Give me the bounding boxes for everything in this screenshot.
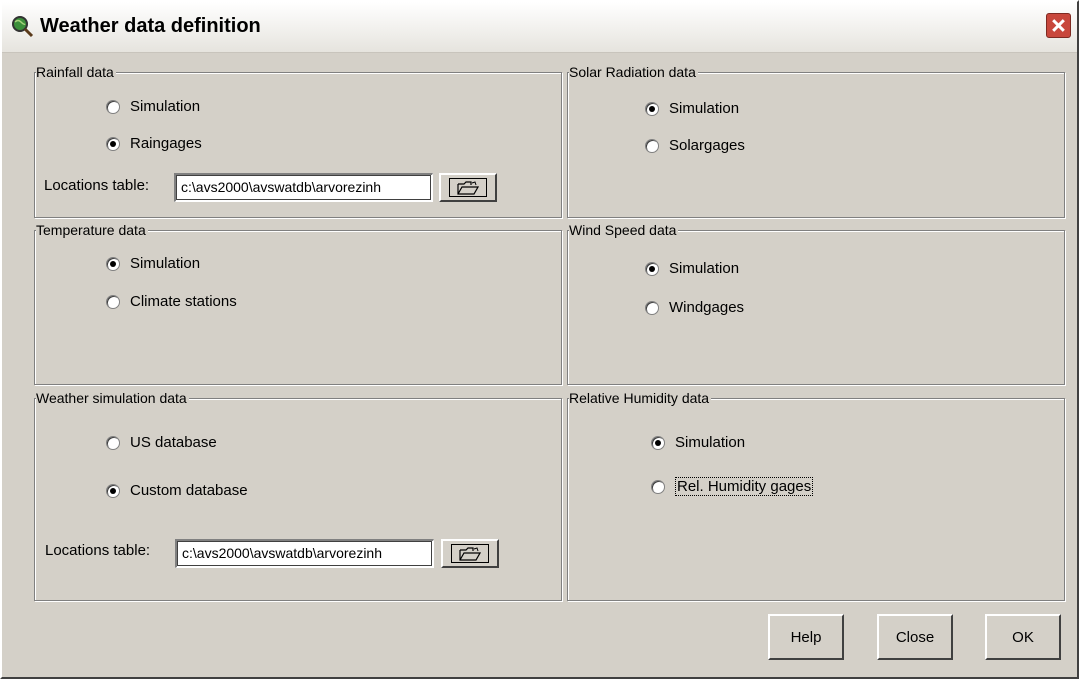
radio-circle[interactable] (106, 256, 120, 271)
custom-database-radio[interactable]: Custom database (106, 482, 248, 499)
window-title: Weather data definition (40, 15, 261, 37)
radio-label: Climate stations (130, 293, 237, 310)
radio-circle[interactable] (645, 101, 659, 116)
radio-circle[interactable] (645, 300, 659, 315)
locations-table-label: Locations table: (44, 177, 150, 194)
radio-label: US database (130, 434, 217, 451)
temperature-simulation-radio[interactable]: Simulation (106, 255, 200, 272)
radio-label: Simulation (130, 255, 201, 272)
open-folder-icon (457, 180, 479, 195)
temperature-group-label: Temperature data (36, 222, 148, 238)
radio-label: Raingages (130, 135, 202, 152)
humidity-gages-radio[interactable]: Rel. Humidity gages (651, 477, 814, 496)
globe-magnifier-icon (12, 16, 34, 38)
radio-label: Custom database (130, 482, 248, 499)
radio-label: Simulation (675, 434, 746, 451)
radio-label: Windgages (669, 299, 745, 316)
title-bar[interactable]: Weather data definition (2, 2, 1077, 53)
temperature-climate-stations-radio[interactable]: Climate stations (106, 293, 237, 310)
solar-solargages-radio[interactable]: Solargages (645, 137, 745, 154)
wind-speed-group-label: Wind Speed data (569, 222, 679, 238)
rainfall-group-label: Rainfall data (36, 64, 116, 80)
radio-label: Simulation (669, 100, 740, 117)
close-icon[interactable] (1046, 13, 1071, 38)
weather-simulation-group-label: Weather simulation data (36, 390, 189, 406)
rainfall-group: Rainfall data Simulation Raingages Locat… (34, 64, 562, 218)
radio-label: Rel. Humidity gages (675, 477, 814, 496)
weather-data-definition-dialog: Weather data definition Rainfall data Si… (0, 0, 1079, 679)
radio-circle[interactable] (106, 99, 120, 114)
weather-sim-locations-field[interactable]: c:\avs2000\avswatdb\arvorezinh (175, 539, 434, 568)
radio-circle[interactable] (106, 435, 120, 450)
relative-humidity-group: Relative Humidity data Simulation Rel. H… (567, 390, 1065, 601)
rainfall-browse-button[interactable] (439, 173, 497, 202)
browse-button-frame (449, 178, 487, 197)
radio-circle[interactable] (106, 294, 120, 309)
temperature-group: Temperature data Simulation Climate stat… (34, 222, 562, 385)
radio-circle[interactable] (651, 479, 665, 494)
wind-speed-group: Wind Speed data Simulation Windgages (567, 222, 1065, 385)
radio-circle[interactable] (645, 261, 659, 276)
radio-circle[interactable] (645, 138, 659, 153)
radio-circle[interactable] (106, 483, 120, 498)
weather-sim-browse-button[interactable] (441, 539, 499, 568)
radio-label: Simulation (130, 98, 201, 115)
weather-simulation-group: Weather simulation data US database Cust… (34, 390, 562, 601)
solar-radiation-group-label: Solar Radiation data (569, 64, 698, 80)
relative-humidity-group-label: Relative Humidity data (569, 390, 712, 406)
radio-circle[interactable] (106, 136, 120, 151)
rainfall-raingages-radio[interactable]: Raingages (106, 135, 202, 152)
wind-simulation-radio[interactable]: Simulation (645, 260, 739, 277)
radio-label: Simulation (669, 260, 740, 277)
radio-label: Solargages (669, 137, 745, 154)
rainfall-simulation-radio[interactable]: Simulation (106, 98, 200, 115)
help-button[interactable]: Help (768, 614, 844, 660)
open-folder-icon (459, 546, 481, 561)
close-button[interactable]: Close (877, 614, 953, 660)
us-database-radio[interactable]: US database (106, 434, 217, 451)
humidity-simulation-radio[interactable]: Simulation (651, 434, 745, 451)
solar-radiation-group: Solar Radiation data Simulation Solargag… (567, 64, 1065, 218)
locations-table-label: Locations table: (45, 542, 151, 559)
rainfall-locations-field[interactable]: c:\avs2000\avswatdb\arvorezinh (174, 173, 433, 202)
solar-simulation-radio[interactable]: Simulation (645, 100, 739, 117)
radio-circle[interactable] (651, 435, 665, 450)
browse-button-frame (451, 544, 489, 563)
ok-button[interactable]: OK (985, 614, 1061, 660)
wind-windgages-radio[interactable]: Windgages (645, 299, 744, 316)
